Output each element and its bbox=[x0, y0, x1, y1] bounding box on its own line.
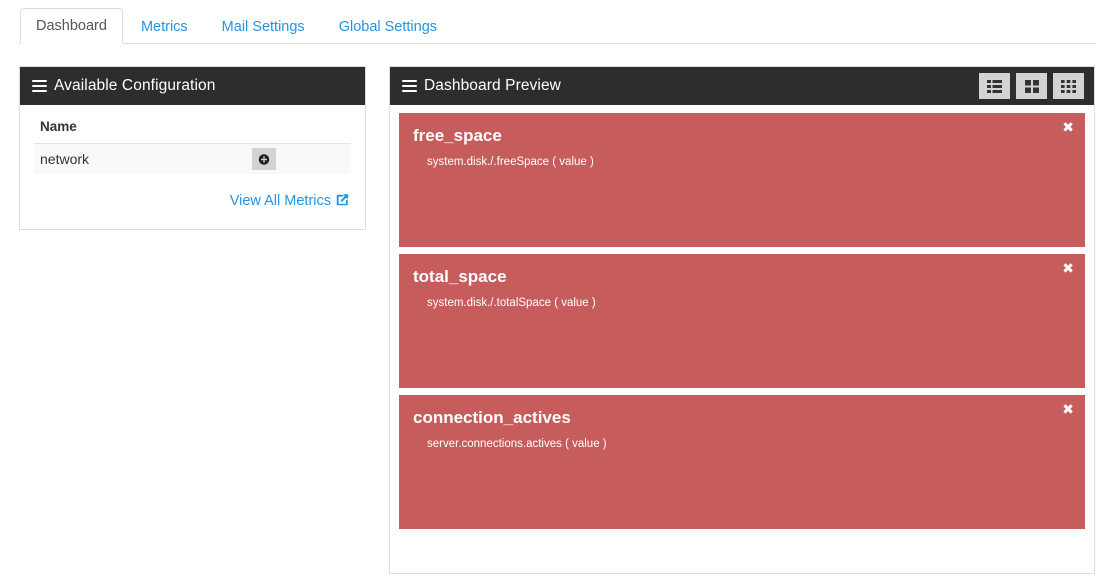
view-all-metrics-label: View All Metrics bbox=[229, 193, 331, 209]
add-configuration-button[interactable] bbox=[252, 148, 276, 170]
close-icon[interactable]: ✖ bbox=[1062, 403, 1074, 417]
configuration-table: Name network bbox=[34, 117, 351, 174]
grid-view-button[interactable] bbox=[1053, 73, 1084, 99]
view-mode-buttons bbox=[979, 73, 1084, 99]
tab-global-settings[interactable]: Global Settings bbox=[323, 9, 453, 45]
widget-title: free_space bbox=[413, 126, 502, 145]
dashboard-preview-header-left: Dashboard Preview bbox=[402, 77, 561, 95]
tab-dashboard[interactable]: Dashboard bbox=[20, 7, 123, 44]
widget-title: total_space bbox=[413, 267, 507, 286]
widget-free-space[interactable]: ✖ free_space system.disk./.freeSpace ( v… bbox=[399, 113, 1085, 247]
th-icon bbox=[1061, 79, 1076, 93]
widget-list: ✖ free_space system.disk./.freeSpace ( v… bbox=[390, 105, 1094, 538]
tab-list: Dashboard Metrics Mail Settings Global S… bbox=[18, 7, 1095, 45]
dashboard-preview-title: Dashboard Preview bbox=[424, 77, 561, 94]
available-configuration-panel: Available Configuration Name network Vie… bbox=[19, 66, 366, 230]
hamburger-icon[interactable] bbox=[402, 77, 417, 95]
widget-metric: system.disk./.totalSpace ( value ) bbox=[427, 296, 596, 309]
list-view-button[interactable] bbox=[979, 73, 1010, 99]
table-header-row: Name bbox=[34, 117, 351, 144]
tab-mail-settings[interactable]: Mail Settings bbox=[206, 9, 321, 45]
cell-name: network bbox=[34, 143, 252, 174]
widget-title: connection_actives bbox=[413, 408, 571, 427]
view-all-metrics-link[interactable]: View All Metrics bbox=[230, 193, 349, 209]
external-link-square-icon bbox=[335, 193, 349, 211]
view-all-metrics-wrap: View All Metrics bbox=[34, 174, 351, 211]
available-configuration-header: Available Configuration bbox=[20, 67, 365, 105]
th-large-icon bbox=[1024, 79, 1039, 93]
widget-connection-actives[interactable]: ✖ connection_actives server.connections.… bbox=[399, 395, 1085, 529]
hamburger-icon[interactable] bbox=[32, 77, 47, 95]
tab-bar: Dashboard Metrics Mail Settings Global S… bbox=[18, 7, 1095, 45]
tab-metrics[interactable]: Metrics bbox=[125, 9, 204, 45]
widget-metric: server.connections.actives ( value ) bbox=[427, 437, 607, 450]
cell-action bbox=[252, 143, 351, 174]
column-header-name: Name bbox=[34, 117, 351, 144]
widget-total-space[interactable]: ✖ total_space system.disk./.totalSpace (… bbox=[399, 254, 1085, 388]
th-list-icon bbox=[987, 79, 1002, 93]
close-icon[interactable]: ✖ bbox=[1062, 121, 1074, 135]
large-grid-view-button[interactable] bbox=[1016, 73, 1047, 99]
available-configuration-body: Name network View All Metrics bbox=[20, 105, 365, 221]
dashboard-preview-panel: Dashboard Preview ✖ free_space system.di… bbox=[389, 66, 1095, 574]
close-icon[interactable]: ✖ bbox=[1062, 262, 1074, 276]
widget-metric: system.disk./.freeSpace ( value ) bbox=[427, 155, 594, 168]
dashboard-preview-header: Dashboard Preview bbox=[390, 67, 1094, 105]
table-row: network bbox=[34, 143, 351, 174]
plus-circle-icon bbox=[258, 153, 270, 165]
available-configuration-title: Available Configuration bbox=[54, 77, 216, 94]
